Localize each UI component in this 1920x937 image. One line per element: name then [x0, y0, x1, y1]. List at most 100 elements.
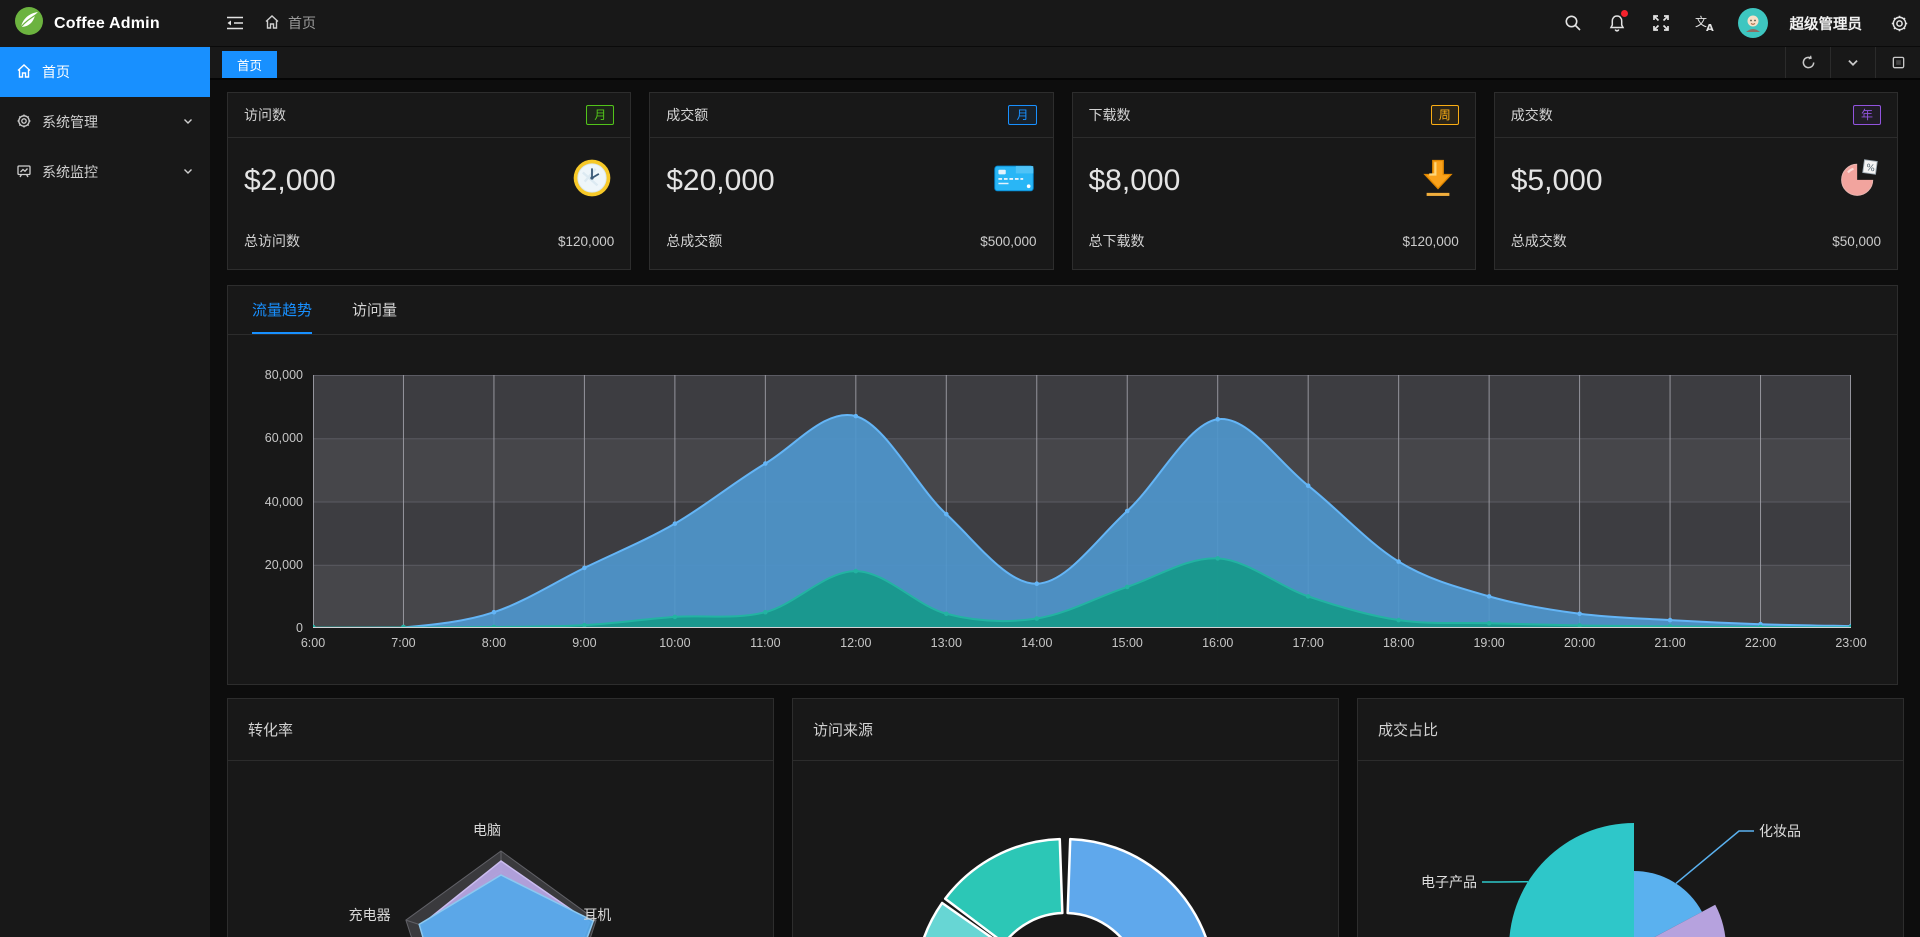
stat-footer-value: $120,000: [1402, 234, 1458, 249]
x-axis-tick: 17:00: [1293, 636, 1324, 650]
credit-card-icon: [991, 156, 1037, 205]
x-axis-tick: 20:00: [1564, 636, 1595, 650]
brand-logo[interactable]: Coffee Admin: [0, 0, 210, 47]
stat-footer-value: $500,000: [980, 234, 1036, 249]
stat-card-turnover: 成交额 月 $20,000: [649, 92, 1053, 270]
tab-traffic-trend[interactable]: 流量趋势: [252, 286, 312, 334]
stat-footer-label: 总成交数: [1511, 231, 1567, 251]
sidebar-item-label: 系统监控: [42, 162, 172, 182]
brand-name: Coffee Admin: [54, 15, 160, 33]
conversion-radar-chart[interactable]: 电脑耳机 充电器: [228, 761, 773, 937]
settings-icon[interactable]: [1888, 12, 1910, 34]
chevron-down-icon[interactable]: [1830, 47, 1875, 78]
x-axis-tick: 23:00: [1835, 636, 1866, 650]
stat-value: $5,000: [1511, 164, 1603, 198]
y-axis-tick: 20,000: [265, 558, 303, 572]
x-axis-tick: 6:00: [301, 636, 325, 650]
svg-text:A: A: [1706, 23, 1714, 32]
x-axis-tick: 13:00: [931, 636, 962, 650]
breadcrumb-label: 首页: [288, 13, 316, 33]
main-column: 首页: [210, 0, 1920, 937]
traffic-trend-chart[interactable]: 80,00060,00040,00020,00006:007:008:009:0…: [313, 375, 1851, 628]
search-icon[interactable]: [1562, 12, 1584, 34]
x-axis-tick: 12:00: [840, 636, 871, 650]
sidebar-item-label: 首页: [42, 62, 194, 82]
conversion-rate-card: 转化率 电脑耳机 充电器: [227, 698, 774, 937]
sidebar-item-home[interactable]: 首页: [0, 47, 210, 97]
gear-icon: [16, 113, 32, 132]
svg-text:耳机: 耳机: [583, 907, 611, 923]
svg-text:电子产品: 电子产品: [1421, 874, 1477, 890]
home-icon: [264, 14, 280, 33]
maximize-icon[interactable]: [1875, 47, 1920, 78]
y-axis-tick: 80,000: [265, 368, 303, 382]
avatar[interactable]: [1738, 8, 1768, 38]
sidebar-item-system-monitoring[interactable]: 系统监控: [0, 147, 210, 197]
tab-controls: [1785, 47, 1920, 78]
stat-footer-value: $50,000: [1832, 234, 1881, 249]
tab-home[interactable]: 首页: [222, 51, 277, 78]
x-axis-tick: 19:00: [1473, 636, 1504, 650]
period-badge: 周: [1431, 105, 1459, 125]
deal-share-pie-chart[interactable]: 电子产品化妆品: [1358, 761, 1903, 937]
visit-source-donut-chart[interactable]: [793, 761, 1338, 937]
stat-card-downloads: 下载数 周 $8,000: [1072, 92, 1476, 270]
card-title: 成交占比: [1378, 719, 1438, 740]
topbar: 首页: [210, 0, 1920, 47]
visit-source-card: 访问来源: [792, 698, 1339, 937]
svg-text:电脑: 电脑: [473, 822, 501, 838]
username[interactable]: 超级管理员: [1790, 13, 1863, 34]
clock-icon: [570, 156, 614, 205]
traffic-trend-card: 流量趋势 访问量 80,00060,00040,00020,00006:007:…: [227, 285, 1898, 685]
stat-footer-label: 总成交额: [666, 231, 722, 251]
download-icon: [1417, 156, 1459, 205]
sidebar-item-system-management[interactable]: 系统管理: [0, 97, 210, 147]
stat-footer-value: $120,000: [558, 234, 614, 249]
x-axis-tick: 9:00: [572, 636, 596, 650]
stat-card-title: 下载数: [1089, 105, 1131, 125]
refresh-icon[interactable]: [1785, 47, 1830, 78]
trend-tabs: 流量趋势 访问量: [228, 286, 1897, 335]
period-badge: 月: [1008, 105, 1036, 125]
topbar-actions: 文 A 超级管理员: [1562, 8, 1911, 38]
chevron-down-icon: [182, 114, 194, 130]
stat-card-title: 成交数: [1511, 105, 1553, 125]
y-axis-tick: 40,000: [265, 495, 303, 509]
sidebar-nav: 首页 系统管理: [0, 47, 210, 197]
tab-visit-volume[interactable]: 访问量: [352, 286, 397, 334]
sidebar: Coffee Admin 首页 系统管理: [0, 0, 210, 937]
x-axis-tick: 14:00: [1021, 636, 1052, 650]
stat-cards-row: 访问数 月 $2,000: [227, 92, 1898, 270]
fullscreen-icon[interactable]: [1650, 12, 1672, 34]
chevron-down-icon: [182, 164, 194, 180]
translate-icon[interactable]: 文 A: [1694, 12, 1716, 34]
tabs-bar: 首页: [210, 47, 1920, 80]
app-root: Coffee Admin 首页 系统管理: [0, 0, 1920, 937]
pie-icon: %: [1837, 156, 1881, 205]
stat-footer-label: 总下载数: [1089, 231, 1145, 251]
x-axis-tick: 16:00: [1202, 636, 1233, 650]
notification-dot: [1621, 10, 1628, 17]
period-badge: 月: [586, 105, 614, 125]
deal-share-card: 成交占比 电子产品化妆品: [1357, 698, 1904, 937]
y-axis-tick: 60,000: [265, 431, 303, 445]
stat-card-visits: 访问数 月 $2,000: [227, 92, 631, 270]
collapse-sidebar-button[interactable]: [224, 12, 246, 34]
x-axis-tick: 10:00: [659, 636, 690, 650]
card-title: 转化率: [248, 719, 293, 740]
x-axis-tick: 18:00: [1383, 636, 1414, 650]
breadcrumb[interactable]: 首页: [264, 13, 316, 33]
period-badge: 年: [1853, 105, 1881, 125]
bottom-charts-row: 转化率 电脑耳机充电器 访问来源 成交占比 电子产品化妆品: [227, 698, 1898, 937]
stat-value: $2,000: [244, 164, 336, 198]
x-axis-tick: 15:00: [1112, 636, 1143, 650]
stat-value: $8,000: [1089, 164, 1181, 198]
bell-icon[interactable]: [1606, 12, 1628, 34]
monitor-icon: [16, 163, 32, 182]
stat-card-title: 成交额: [666, 105, 708, 125]
svg-text:充电器: 充电器: [349, 907, 391, 923]
dashboard-content: 访问数 月 $2,000: [210, 80, 1920, 937]
sidebar-item-label: 系统管理: [42, 112, 172, 132]
x-axis-tick: 11:00: [750, 636, 780, 650]
stat-value: $20,000: [666, 164, 774, 198]
